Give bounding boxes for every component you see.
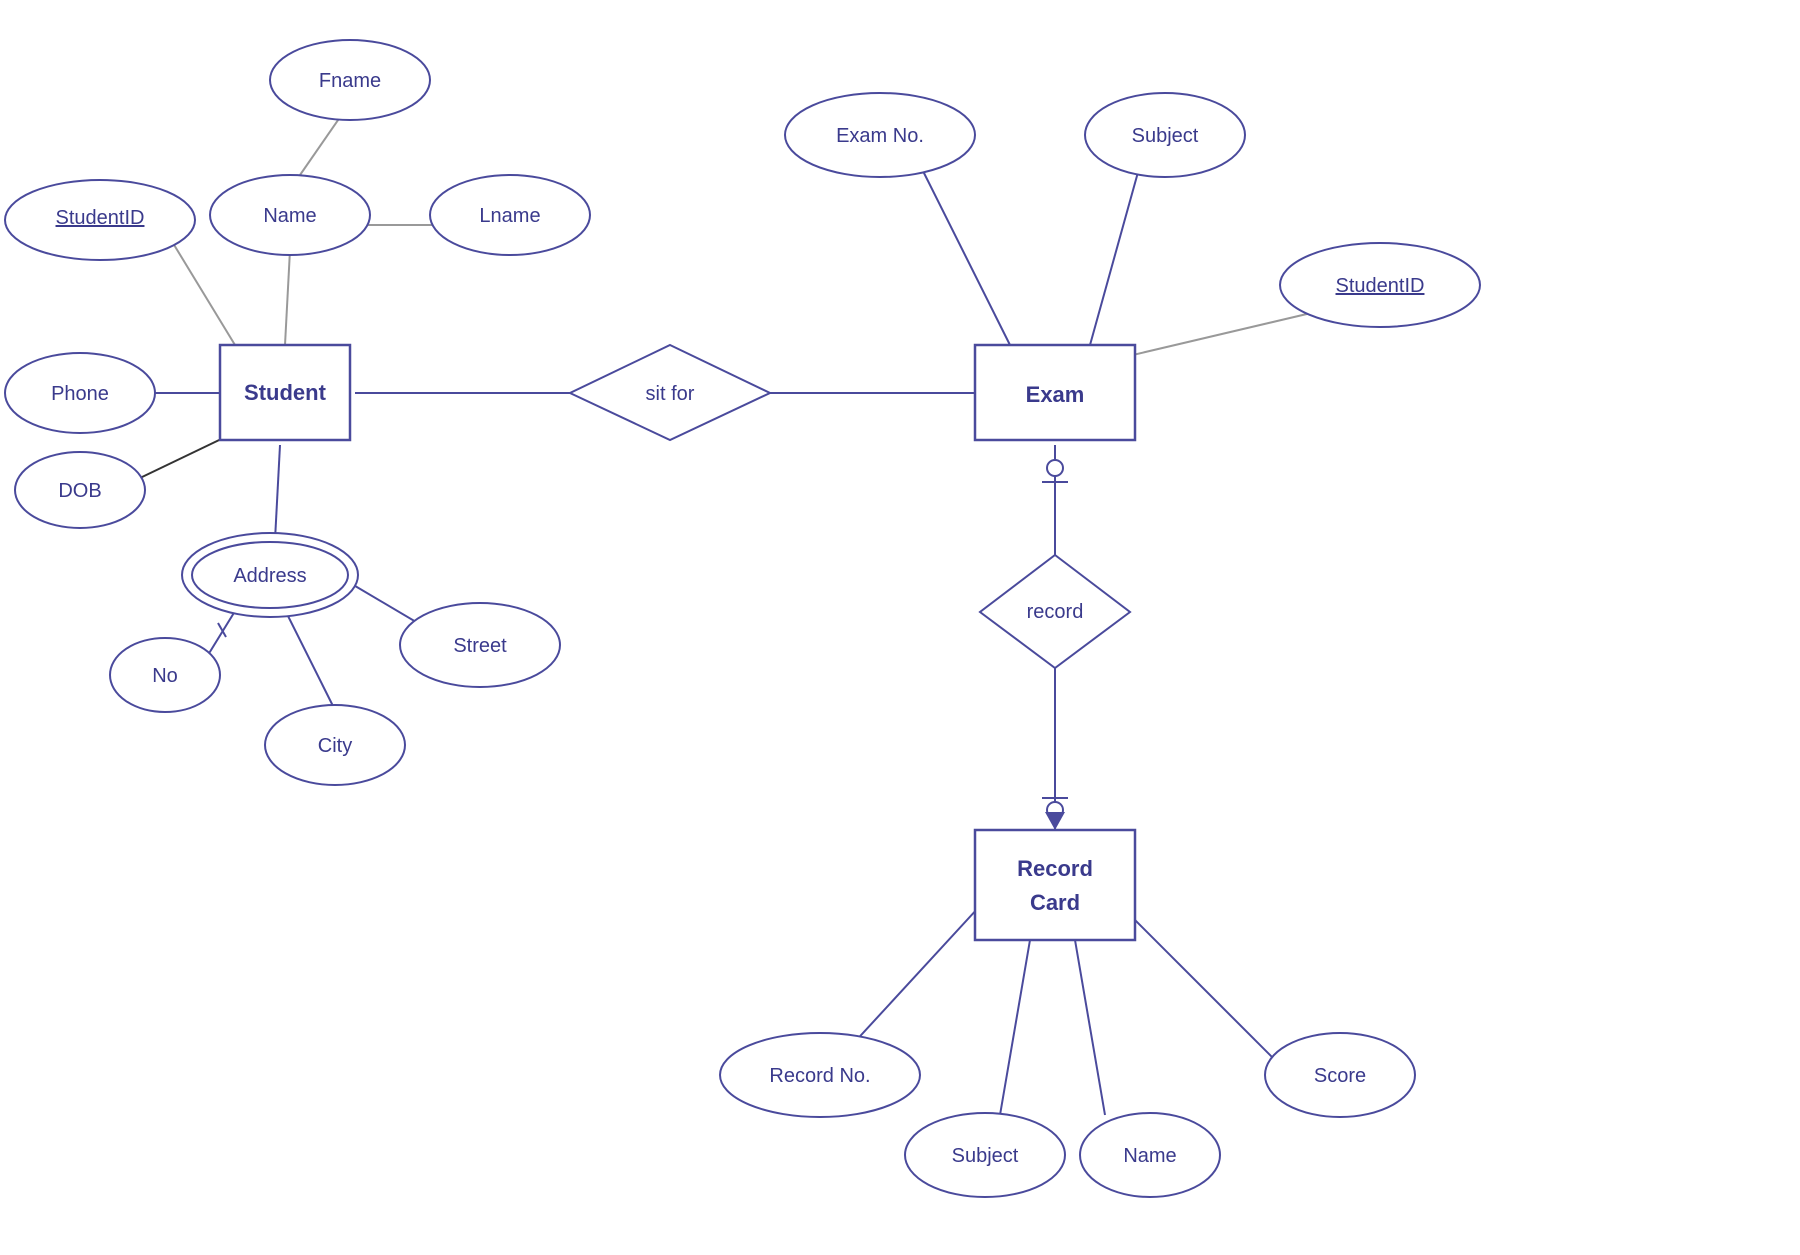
attr-score-label: Score xyxy=(1314,1065,1366,1087)
line-recordno-rc xyxy=(840,895,990,1058)
line-studentid-student xyxy=(165,230,235,345)
line-examno-exam xyxy=(920,165,1010,345)
attr-studentid-label: StudentID xyxy=(56,207,145,229)
attr-address-label: Address xyxy=(233,565,306,587)
attr-recordno-label: Record No. xyxy=(769,1065,870,1087)
entity-recordcard-label2: Card xyxy=(1030,890,1080,915)
line-subject-exam xyxy=(1090,165,1140,345)
rel-sitfor-label: sit for xyxy=(646,383,695,405)
attr-dob-label: DOB xyxy=(58,480,101,502)
attr-examno-label: Exam No. xyxy=(836,125,924,147)
line-address-student xyxy=(275,445,280,540)
attr-fname-label: Fname xyxy=(319,70,381,92)
attr-city-label: City xyxy=(318,735,352,757)
line-name-rc xyxy=(1075,940,1105,1115)
attr-subject-rc-label: Subject xyxy=(952,1145,1019,1167)
entity-exam-label: Exam xyxy=(1026,382,1085,407)
rel-record-label: record xyxy=(1027,601,1084,623)
line-subject-rc xyxy=(1000,940,1030,1115)
line-city-address xyxy=(285,610,335,710)
attr-subject-exam-label: Subject xyxy=(1132,125,1199,147)
attr-no-label: No xyxy=(152,665,178,687)
arrow-to-rc xyxy=(1045,812,1065,830)
attr-street-label: Street xyxy=(453,635,507,657)
line-name-student xyxy=(285,250,290,345)
line-score-rc xyxy=(1115,900,1285,1070)
entity-student-label: Student xyxy=(244,380,327,405)
er-diagram: Student Exam Record Card sit for record … xyxy=(0,0,1800,1250)
attr-name-label: Name xyxy=(263,205,316,227)
participation-exam-record-circle xyxy=(1047,460,1063,476)
attr-phone-label: Phone xyxy=(51,383,109,405)
entity-recordcard xyxy=(975,830,1135,940)
attr-name-rc-label: Name xyxy=(1123,1145,1176,1167)
attr-studentid2-label: StudentID xyxy=(1336,275,1425,297)
entity-recordcard-label1: Record xyxy=(1017,856,1093,881)
attr-lname-label: Lname xyxy=(479,205,540,227)
